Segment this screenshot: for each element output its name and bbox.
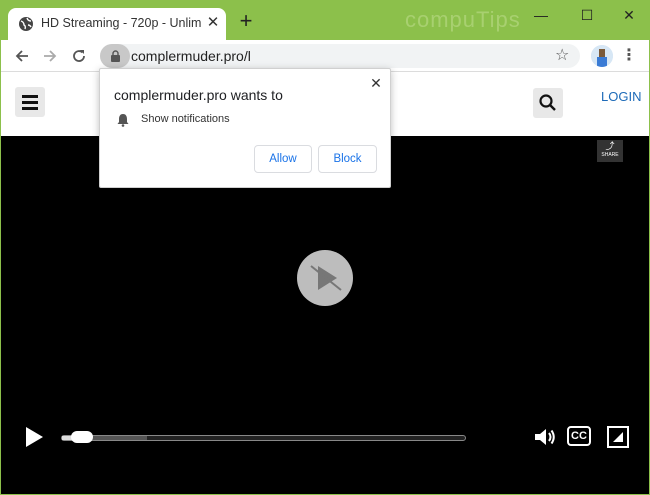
- bell-icon: [117, 114, 129, 127]
- big-play-button[interactable]: [297, 250, 353, 306]
- play-icon: [310, 265, 342, 291]
- url-text[interactable]: complermuder.pro/l: [131, 48, 251, 64]
- avatar-icon: [591, 45, 613, 67]
- video-player[interactable]: ⤴ SHARE CC: [1, 136, 649, 494]
- tab-title: HD Streaming - 720p - Unlimited: [41, 16, 201, 30]
- tab-strip: HD Streaming - 720p - Unlimited ✕ + comp…: [0, 0, 650, 40]
- prompt-close-icon[interactable]: ✕: [368, 75, 384, 91]
- new-tab-button[interactable]: +: [236, 10, 256, 32]
- browser-window: HD Streaming - 720p - Unlimited ✕ + comp…: [0, 0, 650, 495]
- allow-button[interactable]: Allow: [254, 145, 312, 173]
- hamburger-menu-button[interactable]: [15, 87, 45, 117]
- menu-bar-icon: [22, 101, 38, 104]
- tab-close-icon[interactable]: ✕: [204, 14, 222, 32]
- menu-bar-icon: [22, 107, 38, 110]
- browser-tab[interactable]: HD Streaming - 720p - Unlimited ✕: [8, 8, 226, 40]
- forward-button[interactable]: [39, 45, 61, 67]
- share-icon: ⤴: [605, 141, 615, 151]
- profile-avatar[interactable]: [591, 45, 613, 67]
- share-label: SHARE: [601, 152, 619, 158]
- captions-button[interactable]: CC: [567, 426, 591, 446]
- back-button[interactable]: [11, 45, 33, 67]
- site-info-button[interactable]: [100, 44, 130, 68]
- address-bar[interactable]: complermuder.pro/l ☆: [100, 44, 580, 68]
- watermark: compuTips: [405, 7, 521, 32]
- globe-icon: [18, 16, 34, 32]
- fullscreen-icon[interactable]: [607, 426, 629, 448]
- bookmark-star-icon[interactable]: ☆: [555, 45, 569, 65]
- share-button[interactable]: ⤴ SHARE: [597, 140, 623, 162]
- forward-arrow-icon: [44, 50, 57, 62]
- notification-permission-prompt: complermuder.pro wants to ✕ Show notific…: [99, 68, 391, 188]
- reload-button[interactable]: [68, 45, 90, 67]
- window-close-button[interactable]: ✕: [618, 5, 640, 25]
- menu-bar-icon: [22, 95, 38, 98]
- search-button[interactable]: [533, 88, 563, 118]
- minimize-button[interactable]: —: [530, 5, 552, 25]
- back-arrow-icon: [15, 50, 28, 62]
- seek-handle[interactable]: [71, 431, 93, 443]
- play-control-icon[interactable]: [23, 426, 45, 448]
- block-button[interactable]: Block: [318, 145, 377, 173]
- lock-icon: [111, 50, 120, 62]
- permission-text: Show notifications: [141, 113, 230, 125]
- reload-icon: [73, 50, 85, 62]
- search-icon: [539, 94, 556, 111]
- browser-menu-button[interactable]: ⋮: [621, 45, 637, 67]
- player-controls: CC: [1, 420, 649, 468]
- login-link[interactable]: LOGIN: [601, 89, 641, 104]
- seek-bar[interactable]: [61, 431, 466, 443]
- prompt-title: complermuder.pro wants to: [114, 87, 283, 103]
- maximize-button[interactable]: ☐: [576, 5, 598, 25]
- volume-icon[interactable]: [533, 425, 557, 449]
